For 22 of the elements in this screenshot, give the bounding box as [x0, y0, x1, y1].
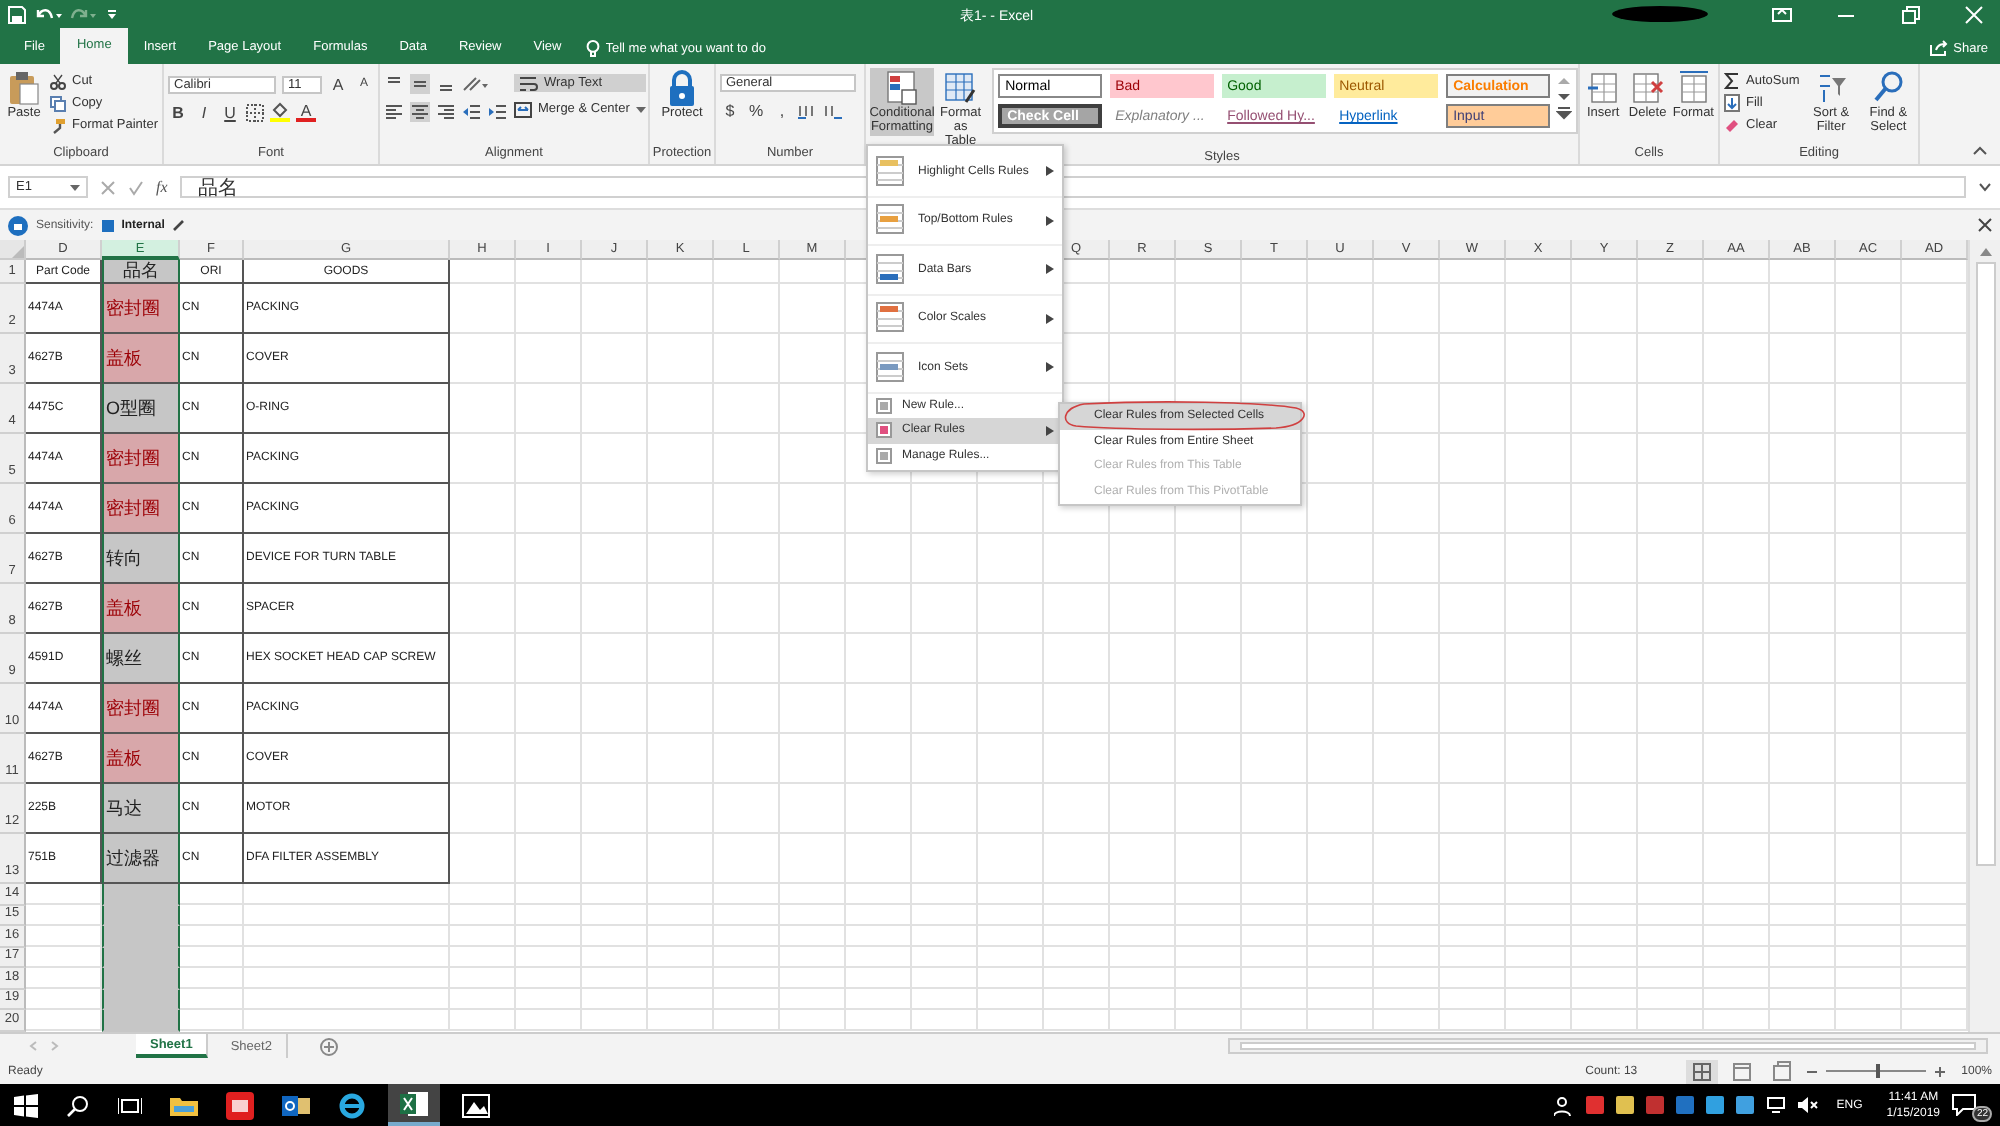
percent-button[interactable]: %	[746, 100, 766, 121]
comma-style-button[interactable]: ,	[772, 100, 792, 121]
underline-button[interactable]: U	[220, 102, 240, 123]
bold-button[interactable]: B	[168, 102, 188, 123]
table-cell: 过滤器	[102, 834, 180, 885]
table-cell: 密封圈	[102, 284, 180, 335]
table-cell: O型圈	[102, 384, 180, 435]
insert-function-button[interactable]: fx	[156, 178, 168, 197]
table-cell: 密封圈	[102, 484, 180, 535]
table-cell: 盖板	[102, 584, 180, 635]
increase-font-size-button[interactable]: A	[328, 74, 348, 95]
table-cell: 马达	[102, 784, 180, 835]
table-cell: 密封圈	[102, 684, 180, 735]
italic-button[interactable]: I	[194, 102, 214, 123]
table-cell: 螺丝	[102, 634, 180, 685]
table-cell: 密封圈	[102, 434, 180, 485]
currency-button[interactable]: $	[720, 100, 740, 121]
table-cell: 盖板	[102, 734, 180, 785]
font-color-button[interactable]: A	[296, 103, 316, 122]
table-cell: 品名	[102, 260, 180, 285]
table-cell: 转向	[102, 534, 180, 585]
table-cell: 盖板	[102, 334, 180, 385]
